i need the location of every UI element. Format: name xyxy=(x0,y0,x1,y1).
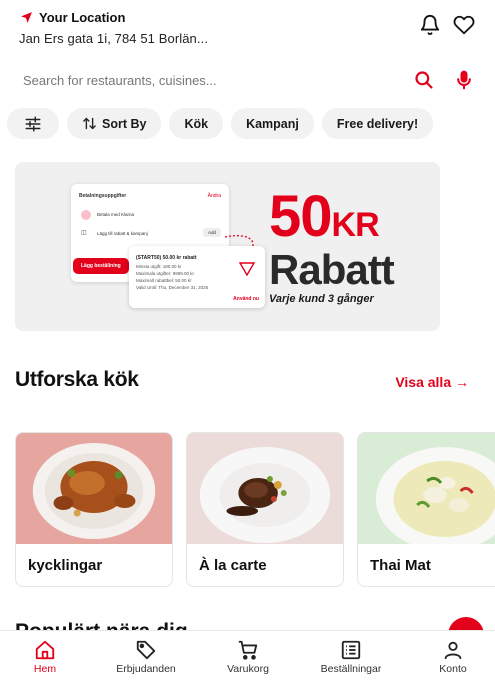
nav-cart[interactable]: Varukorg xyxy=(222,631,274,675)
add-label: Add xyxy=(202,228,221,237)
play-triangle-icon xyxy=(239,262,255,276)
cuisine-card-thai[interactable]: Thai Mat xyxy=(357,432,495,587)
kok-chip[interactable]: Kök xyxy=(169,108,224,139)
filter-settings-button[interactable] xyxy=(7,108,59,139)
promo-tagline: Varje kund 3 gånger xyxy=(269,293,374,305)
promo-amount-unit: KR xyxy=(331,206,380,244)
coupon-min: Minsta utgift: 180.00 kr xyxy=(136,264,182,269)
thai-curry-image xyxy=(358,433,495,544)
kampanj-chip[interactable]: Kampanj xyxy=(231,108,314,139)
cuisine-card-a-la-carte[interactable]: À la carte xyxy=(186,432,344,587)
nav-orders-label: Beställningar xyxy=(320,663,382,675)
promo-amount: 50KR xyxy=(269,188,380,254)
nav-offers[interactable]: Erbjudanden xyxy=(112,631,180,675)
cuisine-label-a-la-carte: À la carte xyxy=(199,557,267,574)
nav-cart-label: Varukorg xyxy=(227,663,269,675)
steak-plate-image xyxy=(187,433,343,544)
cart-icon xyxy=(238,640,258,660)
promo-banner[interactable]: Betalningsuppgifter Ändra Betala med Kla… xyxy=(15,162,440,331)
header: Your Location Jan Ers gata 1i, 784 51 Bo… xyxy=(0,0,495,60)
nav-orders[interactable]: Beställningar xyxy=(316,631,386,675)
roast-chicken-image xyxy=(16,433,172,544)
heart-icon[interactable] xyxy=(453,14,475,36)
free-delivery-chip[interactable]: Free delivery! xyxy=(321,108,434,139)
nav-account-label: Konto xyxy=(439,663,467,675)
cuisine-label-thai: Thai Mat xyxy=(370,557,431,574)
search-input[interactable] xyxy=(23,72,393,88)
place-order-label: Lägg beställning xyxy=(73,258,129,274)
delivery-address[interactable]: Jan Ers gata 1i, 784 51 Borlän... xyxy=(19,31,208,46)
tag-icon xyxy=(136,640,156,660)
sort-by-chip[interactable]: Sort By xyxy=(67,108,162,139)
search-bar xyxy=(8,62,486,98)
bell-icon[interactable] xyxy=(419,14,441,36)
kok-label: Kök xyxy=(184,116,209,131)
location-title: Your Location xyxy=(39,10,126,25)
orders-list-icon xyxy=(341,640,361,660)
klarna-label: Betala med Klarna xyxy=(97,212,135,217)
klarna-logo xyxy=(81,210,91,220)
nav-account[interactable]: Konto xyxy=(433,631,473,675)
tag-icon: ◫ xyxy=(81,230,87,236)
search-icon[interactable] xyxy=(414,70,434,90)
cuisine-carousel: kycklingar À la carte Thai Mat xyxy=(15,432,495,587)
filter-chips: Sort By Kök Kampanj Free delivery! xyxy=(7,108,434,139)
coupon-max-discount: Maximalt rabattbel: 50.00 kr xyxy=(136,278,192,283)
payment-title: Betalningsuppgifter xyxy=(79,193,127,199)
sort-by-label: Sort By xyxy=(102,116,147,131)
coupon-max-spend: Maximala utgifter: 9999.00 kr xyxy=(136,271,195,276)
promo-amount-value: 50 xyxy=(269,184,333,249)
use-now-label: Använd nu xyxy=(233,296,259,302)
coupon-card-illustration: (START50) 50.00 kr rabatt Minsta utgift:… xyxy=(129,246,265,308)
coupon-title: (START50) 50.00 kr rabatt xyxy=(136,255,197,261)
home-icon xyxy=(35,640,55,660)
nav-offers-label: Erbjudanden xyxy=(116,663,176,675)
explore-title: Utforska kök xyxy=(15,368,139,391)
nav-home-label: Hem xyxy=(33,663,57,675)
sliders-icon xyxy=(25,116,41,131)
coupon-valid: Valid Until: Thu, December 31, 2026 xyxy=(136,285,209,290)
cuisine-card-chicken[interactable]: kycklingar xyxy=(15,432,173,587)
location-arrow-icon xyxy=(21,12,32,23)
discount-row: Lägg till rabatt & kampanj xyxy=(97,231,148,236)
user-icon xyxy=(444,641,462,660)
free-delivery-label: Free delivery! xyxy=(336,116,419,131)
location-selector[interactable]: Your Location xyxy=(20,10,125,25)
promo-rabatt: Rabatt xyxy=(269,246,395,293)
see-all-link[interactable]: Visa alla → xyxy=(395,374,469,390)
change-link: Ändra xyxy=(207,193,221,199)
sort-arrows-icon xyxy=(83,117,96,130)
cuisine-label-chicken: kycklingar xyxy=(28,557,103,574)
microphone-icon[interactable] xyxy=(454,69,474,91)
nav-home[interactable]: Hem xyxy=(22,631,68,675)
bottom-nav: Hem Erbjudanden Varukorg Beställningar K… xyxy=(0,630,495,682)
kampanj-label: Kampanj xyxy=(246,116,299,131)
